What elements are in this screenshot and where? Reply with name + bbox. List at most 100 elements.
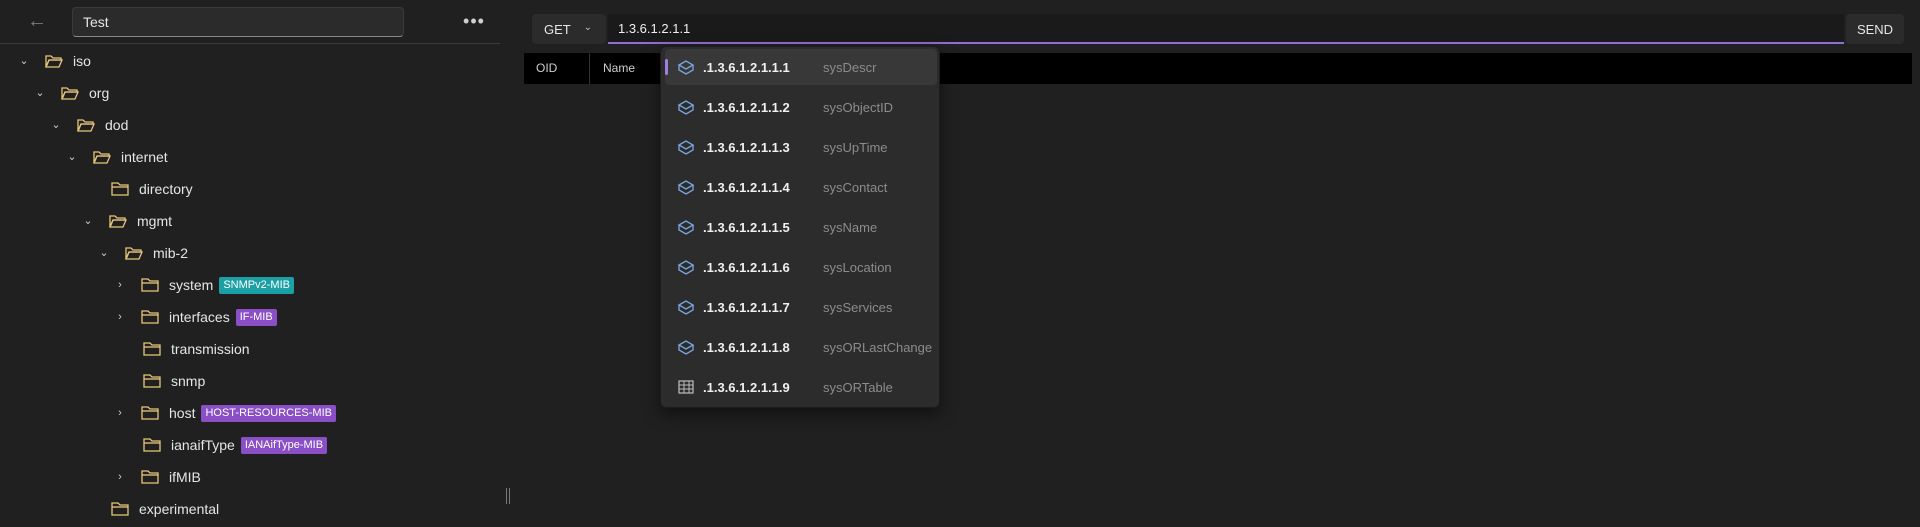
folder-icon [143, 374, 161, 388]
arrow-left-icon: ← [27, 9, 47, 32]
panel-splitter[interactable] [506, 488, 510, 504]
autocomplete-item[interactable]: .1.3.6.1.2.1.1.1 sysDescr [665, 49, 937, 85]
tree-node-label: snmp [171, 373, 206, 389]
chevron-right-icon[interactable]: › [113, 406, 127, 420]
mib-badge: SNMPv2-MIB [219, 276, 294, 294]
autocomplete-oid: .1.3.6.1.2.1.1.3 [703, 139, 790, 155]
search-input[interactable] [72, 7, 404, 37]
chevron-right-icon[interactable]: › [113, 310, 127, 324]
autocomplete-item[interactable]: .1.3.6.1.2.1.1.8 sysORLastChange [665, 329, 937, 365]
autocomplete-name: sysORLastChange [823, 339, 933, 355]
autocomplete-item[interactable]: .1.3.6.1.2.1.1.6 sysLocation [665, 249, 937, 285]
tree-node-ifmib[interactable]: › ifMIB [113, 461, 201, 493]
tree-node-label: mgmt [137, 213, 172, 229]
table-icon [677, 379, 695, 395]
chevron-down-icon[interactable]: ⌄ [17, 54, 31, 68]
tree-node-internet[interactable]: ⌄ internet [65, 141, 167, 173]
autocomplete-name: sysORTable [823, 379, 893, 395]
autocomplete-oid: .1.3.6.1.2.1.1.6 [703, 259, 790, 275]
autocomplete-item[interactable]: .1.3.6.1.2.1.1.5 sysName [665, 209, 937, 245]
autocomplete-oid: .1.3.6.1.2.1.1.8 [703, 339, 790, 355]
oid-input[interactable] [608, 14, 1844, 44]
tree-node-ianaiftype[interactable]: ianaifType IANAifType-MIB [143, 429, 328, 461]
oid-autocomplete-dropdown: .1.3.6.1.2.1.1.1 sysDescr .1.3.6.1.2.1.1… [660, 46, 940, 408]
tree-node-label: ifMIB [169, 469, 201, 485]
send-button[interactable]: SEND [1846, 14, 1904, 44]
autocomplete-oid: .1.3.6.1.2.1.1.5 [703, 219, 790, 235]
autocomplete-item[interactable]: .1.3.6.1.2.1.1.7 sysServices [665, 289, 937, 325]
folder-icon [143, 438, 161, 452]
autocomplete-item[interactable]: .1.3.6.1.2.1.1.9 sysORTable [665, 369, 937, 405]
folder-icon [111, 182, 129, 196]
autocomplete-oid: .1.3.6.1.2.1.1.7 [703, 299, 790, 315]
folder-icon [141, 310, 159, 324]
folder-open-icon [45, 54, 63, 68]
method-select[interactable]: GET ⌄ [532, 14, 606, 44]
scalar-icon [677, 59, 695, 75]
folder-open-icon [93, 150, 111, 164]
tree-node-label: host [169, 405, 196, 421]
more-horizontal-icon: ••• [463, 10, 485, 31]
folder-icon [143, 342, 161, 356]
folder-open-icon [109, 214, 127, 228]
tree-node-system[interactable]: › system SNMPv2-MIB [113, 269, 294, 301]
autocomplete-name: sysObjectID [823, 99, 894, 115]
tree-node-host[interactable]: › host HOST-RESOURCES-MIB [113, 397, 336, 429]
tree-node-mib-2[interactable]: ⌄ mib-2 [97, 237, 188, 269]
back-button[interactable]: ← [24, 8, 50, 34]
more-options-button[interactable]: ••• [460, 8, 488, 34]
folder-icon [111, 502, 129, 516]
scalar-icon [677, 99, 695, 115]
scalar-icon [677, 219, 695, 235]
autocomplete-item[interactable]: .1.3.6.1.2.1.1.4 sysContact [665, 169, 937, 205]
mib-badge: IANAifType-MIB [240, 436, 328, 454]
tree-node-directory[interactable]: directory [111, 173, 193, 205]
folder-icon [141, 278, 159, 292]
autocomplete-name: sysServices [823, 299, 893, 315]
autocomplete-name: sysContact [823, 179, 888, 195]
chevron-down-icon[interactable]: ⌄ [65, 150, 79, 164]
autocomplete-oid: .1.3.6.1.2.1.1.1 [703, 59, 790, 75]
chevron-down-icon[interactable]: ⌄ [97, 246, 111, 260]
column-header-name[interactable]: Name [591, 53, 671, 84]
tree-node-dod[interactable]: ⌄ dod [49, 109, 128, 141]
scalar-icon [677, 299, 695, 315]
tree-node-iso[interactable]: ⌄ iso [17, 45, 91, 77]
autocomplete-name: sysLocation [823, 259, 892, 275]
autocomplete-oid: .1.3.6.1.2.1.1.9 [703, 379, 790, 395]
tree-node-org[interactable]: ⌄ org [33, 77, 109, 109]
chevron-right-icon[interactable]: › [113, 278, 127, 292]
autocomplete-item[interactable]: .1.3.6.1.2.1.1.2 sysObjectID [665, 89, 937, 125]
autocomplete-oid: .1.3.6.1.2.1.1.2 [703, 99, 790, 115]
tree-node-interfaces[interactable]: › interfaces IF-MIB [113, 301, 277, 333]
tree-node-experimental[interactable]: experimental [111, 493, 219, 525]
tree-node-transmission[interactable]: transmission [143, 333, 250, 365]
tree-node-snmp[interactable]: snmp [143, 365, 205, 397]
autocomplete-oid: .1.3.6.1.2.1.1.4 [703, 179, 790, 195]
tree-node-label: experimental [139, 501, 220, 517]
tree-node-label: mib-2 [153, 245, 189, 261]
folder-icon [141, 406, 159, 420]
folder-open-icon [125, 246, 143, 260]
tree-node-label: iso [73, 53, 91, 69]
chevron-right-icon[interactable]: › [113, 470, 127, 484]
chevron-down-icon[interactable]: ⌄ [33, 86, 47, 100]
column-header-oid[interactable]: OID [524, 53, 590, 84]
tree-node-mgmt[interactable]: ⌄ mgmt [81, 205, 172, 237]
chevron-down-icon[interactable]: ⌄ [81, 214, 95, 228]
folder-open-icon [77, 118, 95, 132]
tree-node-label: transmission [171, 341, 250, 357]
autocomplete-item[interactable]: .1.3.6.1.2.1.1.3 sysUpTime [665, 129, 937, 165]
tree-node-label: dod [105, 117, 129, 133]
chevron-down-icon[interactable]: ⌄ [49, 118, 63, 132]
scalar-icon [677, 139, 695, 155]
autocomplete-name: sysDescr [823, 59, 877, 75]
folder-open-icon [61, 86, 79, 100]
method-value: GET [544, 21, 571, 37]
chevron-down-icon: ⌄ [583, 22, 592, 33]
autocomplete-name: sysUpTime [823, 139, 888, 155]
mib-tree-panel: ← ••• ⌄ iso ⌄ org ⌄ dod ⌄ internet [0, 0, 500, 527]
scalar-icon [677, 179, 695, 195]
folder-icon [141, 470, 159, 484]
mib-badge: HOST-RESOURCES-MIB [201, 404, 336, 422]
